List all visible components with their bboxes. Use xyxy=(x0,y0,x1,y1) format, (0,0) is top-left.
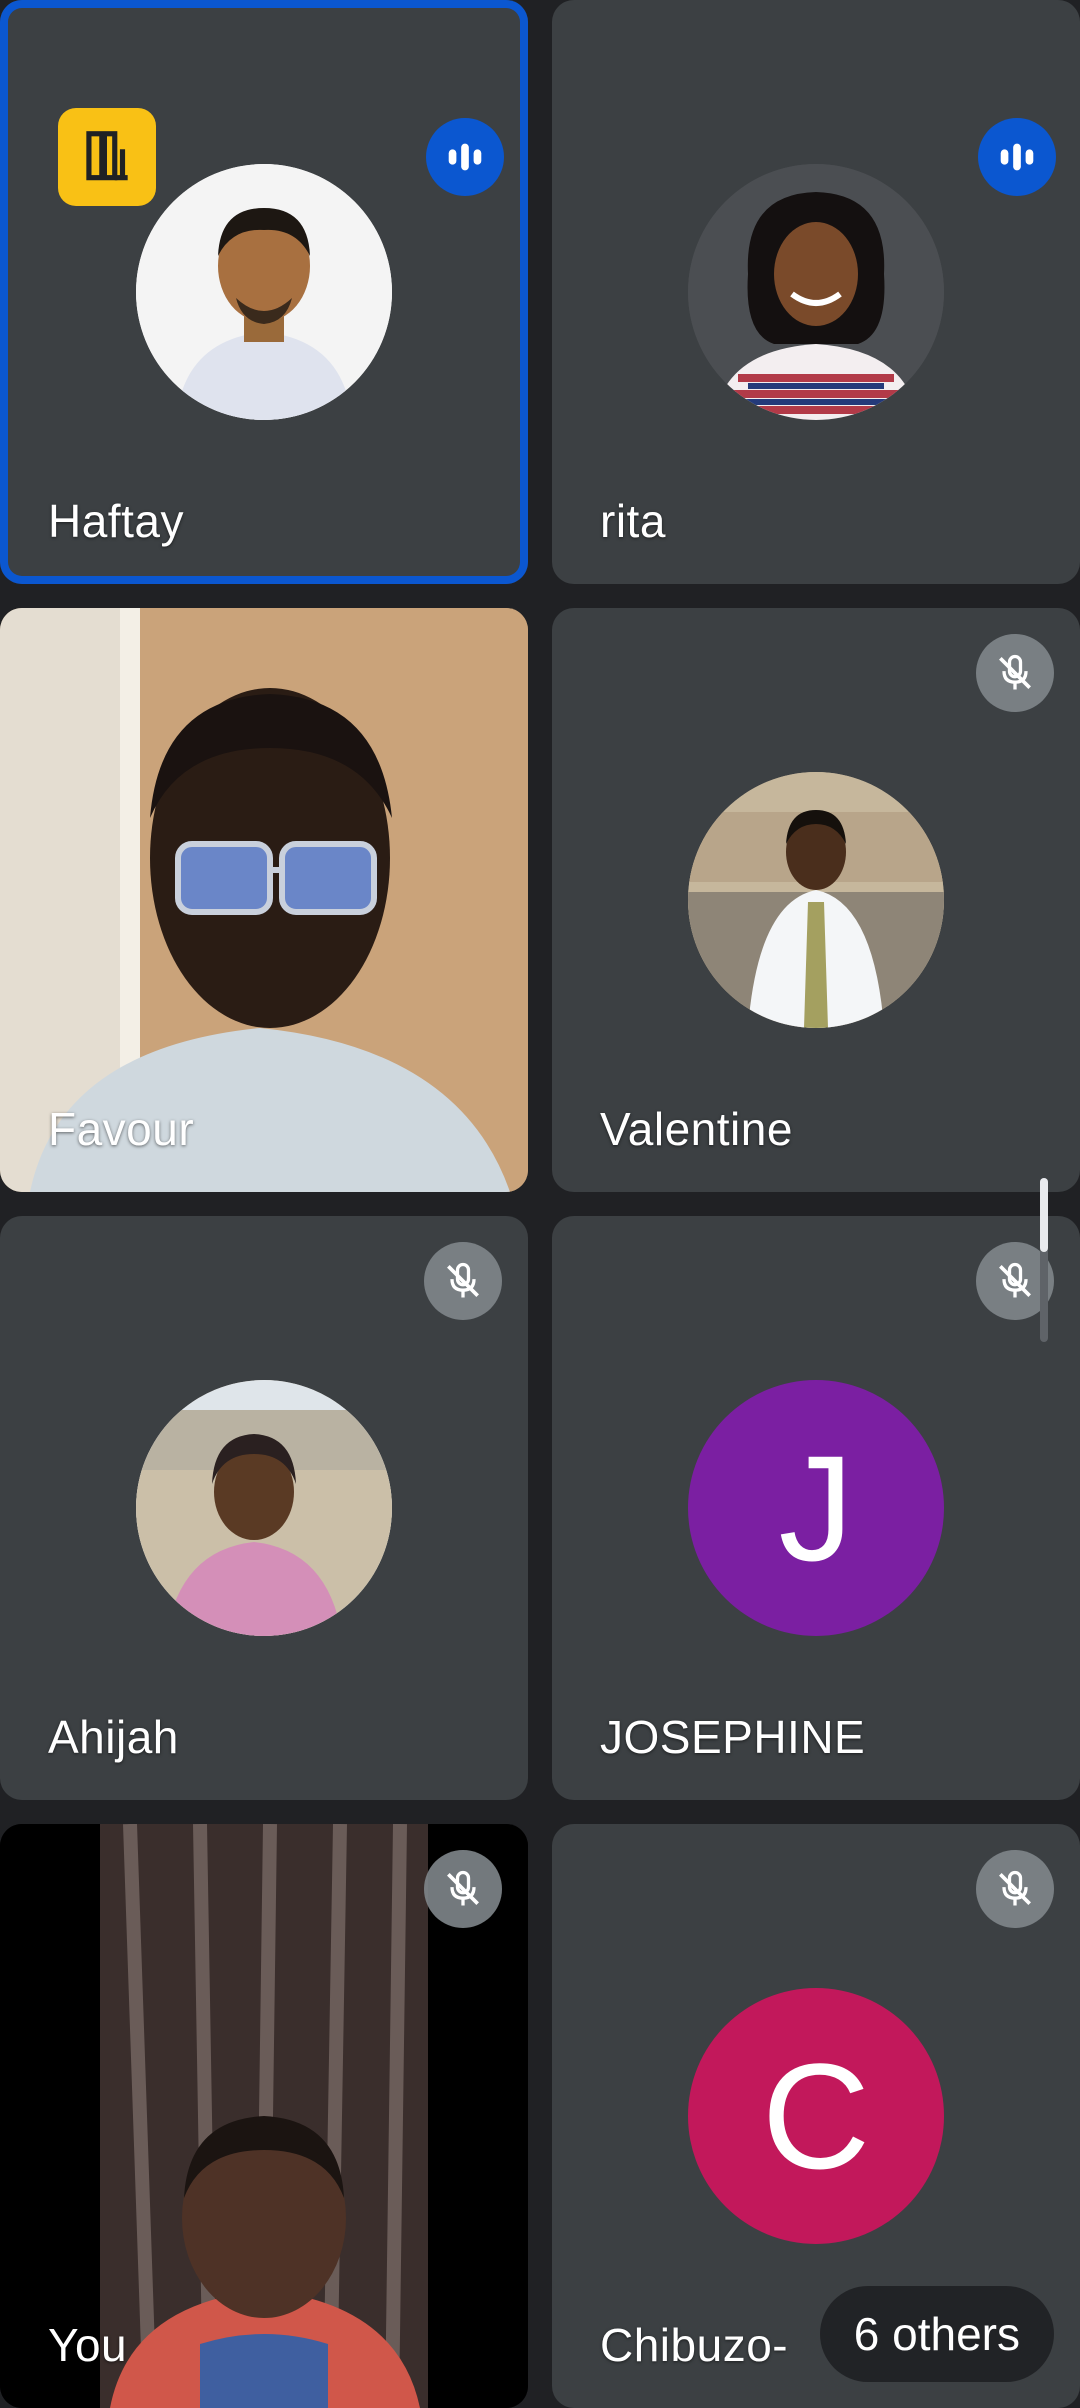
participant-name: You xyxy=(48,2319,128,2371)
scrollbar[interactable] xyxy=(1040,1178,1048,1342)
participant-tile-favour[interactable]: Favour xyxy=(0,608,528,1192)
participant-tile-josephine[interactable]: J JOSEPHINE xyxy=(552,1216,1080,1800)
audio-level-icon xyxy=(978,118,1056,196)
participant-name: Favour xyxy=(48,1103,195,1155)
avatar-letter: C xyxy=(761,2031,871,2200)
participant-name: Valentine xyxy=(600,1103,793,1155)
others-button[interactable]: 6 others xyxy=(819,2286,1054,2382)
avatar-chibuzo: C xyxy=(688,1988,944,2244)
participant-tile-valentine[interactable]: Valentine xyxy=(552,608,1080,1192)
avatar-valentine xyxy=(688,772,944,1028)
participant-name: Haftay xyxy=(48,495,184,547)
participant-tile-haftay[interactable]: Haftay xyxy=(0,0,528,584)
avatar-ahijah xyxy=(136,1380,392,1636)
participant-name: JOSEPHINE xyxy=(600,1711,866,1763)
participant-tile-self[interactable]: You xyxy=(0,1824,528,2408)
participant-grid: Haftay rita Favour Valentine Ahijah J JO… xyxy=(0,0,1080,2408)
host-door-icon xyxy=(58,108,156,206)
participant-tile-chibuzo[interactable]: C Chibuzo- 6 others xyxy=(552,1824,1080,2408)
participant-name: rita xyxy=(600,495,666,547)
avatar-haftay xyxy=(136,164,392,420)
participant-tile-ahijah[interactable]: Ahijah xyxy=(0,1216,528,1800)
mic-off-icon xyxy=(976,634,1054,712)
scrollbar-thumb[interactable] xyxy=(1040,1178,1048,1252)
participant-name: Chibuzo- xyxy=(600,2319,789,2371)
audio-level-icon xyxy=(426,118,504,196)
avatar-letter: J xyxy=(778,1423,854,1592)
mic-off-icon xyxy=(976,1850,1054,1928)
participant-tile-rita[interactable]: rita xyxy=(552,0,1080,584)
avatar-rita xyxy=(688,164,944,420)
mic-off-icon xyxy=(424,1242,502,1320)
mic-off-icon xyxy=(424,1850,502,1928)
avatar-josephine: J xyxy=(688,1380,944,1636)
participant-name: Ahijah xyxy=(48,1711,179,1763)
